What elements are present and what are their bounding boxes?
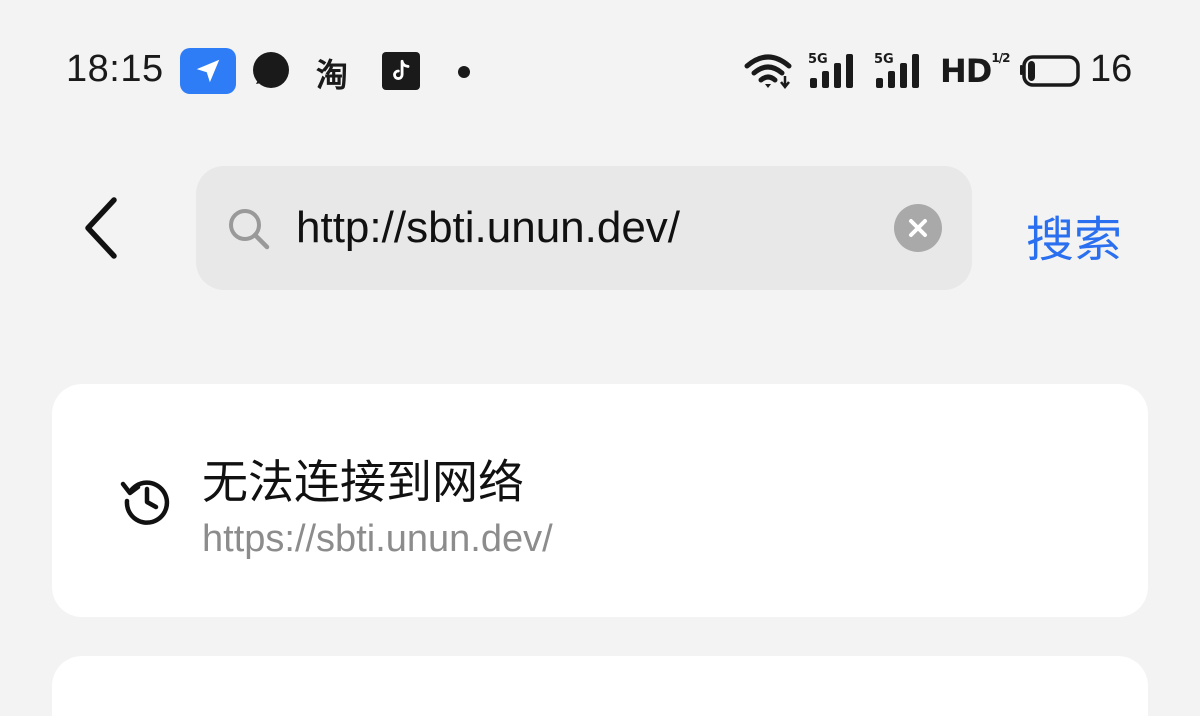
search-button[interactable]: 搜索 <box>1026 200 1122 270</box>
tiktok-icon <box>382 52 420 90</box>
search-icon <box>229 209 270 250</box>
wifi-icon <box>744 52 794 97</box>
network-label-2: 5G <box>874 52 894 67</box>
signal-5g-icon: 5G <box>874 50 924 95</box>
chevron-left-icon <box>85 197 117 259</box>
hd-icon: HD1/2 <box>940 51 1010 90</box>
hd-superscript: 1/2 <box>991 51 1010 66</box>
search-header: 搜索 <box>0 166 1200 290</box>
search-box[interactable] <box>196 166 972 290</box>
close-icon <box>909 219 927 237</box>
hd-label: HD <box>940 52 992 90</box>
signal-5g-icon: 5G <box>808 50 858 95</box>
taobao-icon: 淘 <box>316 56 349 94</box>
clear-button[interactable] <box>894 204 942 252</box>
location-arrow-icon <box>180 48 236 94</box>
status-bar: 18:15 淘 5G 5G HD1/2 16 <box>0 40 1200 104</box>
chat-bubble-icon <box>250 50 292 97</box>
next-card <box>52 656 1148 716</box>
suggestion-title: 无法连接到网络 <box>202 455 524 509</box>
back-button[interactable] <box>70 190 134 266</box>
status-time: 18:15 <box>66 48 164 90</box>
suggestion-url: https://sbti.unun.dev/ <box>202 518 553 560</box>
notification-dot-icon <box>458 66 470 78</box>
battery-level: 16 <box>1090 48 1133 90</box>
battery-icon <box>1018 54 1082 93</box>
network-label-1: 5G <box>808 52 828 67</box>
suggestion-item[interactable]: 无法连接到网络 https://sbti.unun.dev/ <box>52 384 1148 617</box>
history-icon <box>120 480 170 525</box>
search-input[interactable] <box>296 194 876 262</box>
